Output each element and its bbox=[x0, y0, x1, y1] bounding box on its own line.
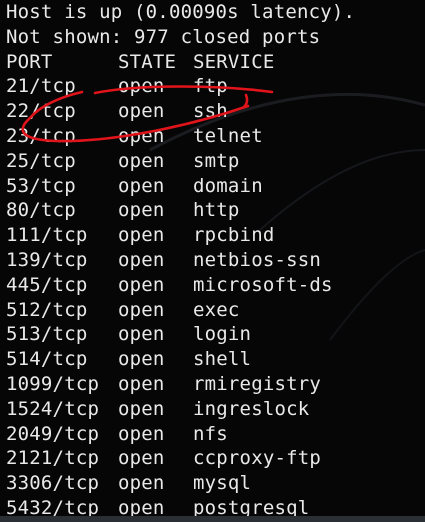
row-state: open bbox=[118, 100, 165, 123]
row-service: smtp bbox=[193, 149, 240, 172]
table-row: 2049/tcp open nfs bbox=[6, 422, 425, 447]
row-service: ccproxy-ftp bbox=[193, 447, 322, 470]
row-port: 1099/tcp bbox=[6, 372, 100, 395]
row-state: open bbox=[118, 199, 165, 222]
row-service: nfs bbox=[193, 422, 228, 445]
row-state: open bbox=[118, 348, 165, 371]
row-port: 111/tcp bbox=[6, 224, 88, 247]
row-port: 2121/tcp bbox=[6, 447, 100, 470]
table-row: 53/tcp open domain bbox=[6, 174, 425, 199]
bottom-edge bbox=[0, 516, 425, 522]
table-row: 1099/tcp open rmiregistry bbox=[6, 372, 425, 397]
row-port: 1524/tcp bbox=[6, 397, 100, 420]
row-port: 514/tcp bbox=[6, 348, 88, 371]
table-row: 80/tcp open http bbox=[6, 198, 425, 223]
table-row: 23/tcp open telnet bbox=[6, 124, 425, 149]
row-port: 2049/tcp bbox=[6, 422, 100, 445]
table-row: 25/tcp open smtp bbox=[6, 149, 425, 174]
row-state: open bbox=[118, 422, 165, 445]
not-shown-line: Not shown: 977 closed ports bbox=[6, 25, 321, 48]
row-state: open bbox=[118, 124, 165, 147]
row-service: rmiregistry bbox=[193, 372, 322, 395]
table-row: 3306/tcp open mysql bbox=[6, 471, 425, 496]
table-row: 21/tcp open ftp bbox=[6, 74, 425, 99]
row-state: open bbox=[118, 447, 165, 470]
terminal-output: Host is up (0.00090s latency). Not shown… bbox=[6, 0, 425, 521]
row-service: shell bbox=[193, 348, 252, 371]
row-port: 445/tcp bbox=[6, 273, 88, 296]
row-service: http bbox=[193, 199, 240, 222]
row-service: telnet bbox=[193, 124, 263, 147]
row-state: open bbox=[118, 174, 165, 197]
header-port: PORT bbox=[6, 50, 53, 73]
row-state: open bbox=[118, 397, 165, 420]
table-row: 512/tcp open exec bbox=[6, 298, 425, 323]
row-state: open bbox=[118, 323, 165, 346]
row-port: 80/tcp bbox=[6, 199, 76, 222]
table-row: 1524/tcp open ingreslock bbox=[6, 397, 425, 422]
table-row: 22/tcp open ssh bbox=[6, 99, 425, 124]
row-state: open bbox=[118, 248, 165, 271]
table-row: 513/tcp open login bbox=[6, 322, 425, 347]
header-service: SERVICE bbox=[193, 50, 275, 73]
row-port: 3306/tcp bbox=[6, 472, 100, 495]
row-port: 53/tcp bbox=[6, 174, 76, 197]
row-service: netbios-ssn bbox=[193, 248, 322, 271]
row-service: microsoft-ds bbox=[193, 273, 333, 296]
table-row: 111/tcp open rpcbind bbox=[6, 223, 425, 248]
row-service: ssh bbox=[193, 100, 228, 123]
row-service: exec bbox=[193, 298, 240, 321]
row-state: open bbox=[118, 224, 165, 247]
row-port: 512/tcp bbox=[6, 298, 88, 321]
row-service: ftp bbox=[193, 75, 228, 98]
row-state: open bbox=[118, 149, 165, 172]
table-row: 514/tcp open shell bbox=[6, 347, 425, 372]
row-port: 139/tcp bbox=[6, 248, 88, 271]
header-state: STATE bbox=[118, 50, 177, 73]
terminal-window[interactable]: Host is up (0.00090s latency). Not shown… bbox=[0, 0, 425, 522]
row-port: 513/tcp bbox=[6, 323, 88, 346]
table-header: PORT STATE SERVICE bbox=[6, 50, 425, 75]
status-line: Host is up (0.00090s latency). bbox=[6, 1, 356, 23]
row-port: 22/tcp bbox=[6, 100, 76, 123]
row-state: open bbox=[118, 298, 165, 321]
row-state: open bbox=[118, 273, 165, 296]
row-port: 25/tcp bbox=[6, 149, 76, 172]
port-table: 21/tcp open ftp 22/tcp open ssh 23/tcp open teln… bbox=[6, 74, 425, 520]
row-port: 23/tcp bbox=[6, 124, 76, 147]
row-service: login bbox=[193, 323, 252, 346]
table-row: 445/tcp open microsoft-ds bbox=[6, 273, 425, 298]
row-service: rpcbind bbox=[193, 224, 275, 247]
row-port: 21/tcp bbox=[6, 75, 76, 98]
row-service: domain bbox=[193, 174, 263, 197]
row-state: open bbox=[118, 372, 165, 395]
table-row: 139/tcp open netbios-ssn bbox=[6, 248, 425, 273]
row-service: mysql bbox=[193, 472, 252, 495]
row-state: open bbox=[118, 472, 165, 495]
row-state: open bbox=[118, 75, 165, 98]
row-service: ingreslock bbox=[193, 397, 310, 420]
table-row: 2121/tcp open ccproxy-ftp bbox=[6, 446, 425, 471]
